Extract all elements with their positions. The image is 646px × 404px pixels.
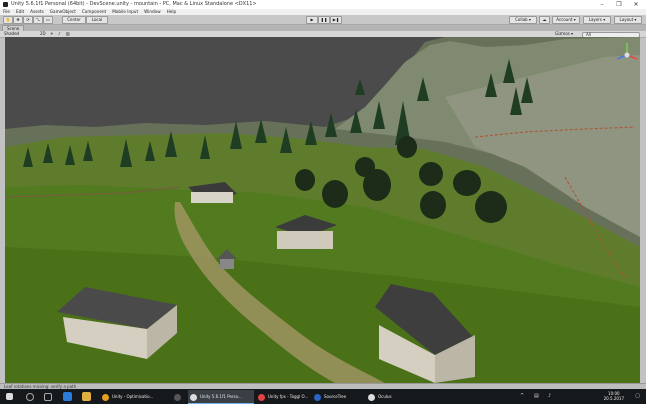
cloud-icon: ☁ (542, 17, 547, 22)
minimize-button[interactable]: – (594, 0, 610, 9)
rotate-icon: ⟳ (26, 17, 30, 22)
app-icon (174, 393, 181, 401)
taskbar-item-label: Unity fps - Toggl O... (268, 394, 309, 399)
window-title: Unity 5.6.1f1 Personal (64bit) - DevScen… (11, 1, 257, 7)
rect-tool-button[interactable]: ▭ (43, 16, 53, 24)
taskbar-clock[interactable]: 10:00 20.5.2017 (604, 391, 624, 401)
collab-dropdown[interactable]: Collab ▾ (509, 16, 537, 24)
cloud-button[interactable]: ☁ (539, 16, 550, 24)
scale-icon: ⤡ (36, 17, 40, 22)
hand-tool-button[interactable]: ✋ (3, 16, 13, 24)
taskbar-item-blank[interactable] (172, 390, 186, 403)
pivot-space-toggle[interactable]: Local (86, 16, 108, 24)
taskbar-item-label: Unity 5.6.1f1 Perso... (200, 394, 242, 399)
taskbar-item-label: SourceTree (324, 394, 347, 399)
edge-icon[interactable] (63, 392, 72, 401)
taskbar-item-sourcetree[interactable]: SourceTree (312, 390, 364, 403)
move-tool-button[interactable]: ✥ (13, 16, 23, 24)
pause-button[interactable]: ❚❚ (318, 16, 330, 24)
taskbar-item-optimisation[interactable]: Unity - Optimisatio... (100, 390, 180, 403)
scene-viewport[interactable] (5, 37, 640, 383)
windows-start-icon[interactable] (6, 393, 13, 400)
unity-icon (190, 393, 197, 401)
windows-taskbar: Unity - Optimisatio... Unity 5.6.1f1 Per… (0, 389, 646, 404)
file-explorer-icon[interactable] (82, 392, 91, 401)
taskbar-item-unity-fps[interactable]: Unity fps - Toggl O... (256, 390, 312, 403)
task-view-icon[interactable] (44, 393, 52, 401)
rotate-tool-button[interactable]: ⟳ (23, 16, 33, 24)
step-button[interactable]: ▶❚ (330, 16, 342, 24)
taskbar-item-label: Unity - Optimisatio... (112, 394, 154, 399)
chrome-icon (102, 393, 109, 401)
scale-tool-button[interactable]: ⤡ (33, 16, 43, 24)
layers-dropdown[interactable]: Layers ▾ (583, 16, 611, 24)
network-icon[interactable]: ▤ (534, 393, 539, 399)
browser-icon (258, 393, 265, 401)
notifications-icon[interactable]: ▢ (635, 393, 640, 399)
move-arrows-icon: ✥ (16, 17, 20, 22)
unity-logo-icon (3, 2, 8, 7)
close-button[interactable]: ✕ (628, 0, 644, 9)
hand-icon: ✋ (5, 17, 11, 22)
search-icon[interactable] (26, 393, 34, 401)
rect-icon: ▭ (46, 17, 50, 22)
layout-dropdown[interactable]: Layout ▾ (614, 16, 642, 24)
taskbar-item-unity[interactable]: Unity 5.6.1f1 Perso... (188, 390, 254, 404)
terrain-render (5, 37, 640, 383)
taskbar-item-label: Oculus (378, 394, 392, 399)
oculus-icon (368, 393, 375, 401)
play-button[interactable]: ▶ (306, 16, 318, 24)
main-toolbar: ✋ ✥ ⟳ ⤡ ▭ Center Local ▶ ❚❚ ▶❚ Collab ▾ … (0, 15, 646, 25)
pivot-center-toggle[interactable]: Center (62, 16, 86, 24)
clock-date: 20.5.2017 (603, 396, 624, 401)
volume-icon[interactable]: ♪ (548, 393, 551, 399)
maximize-button[interactable]: ❐ (611, 0, 627, 9)
sourcetree-icon (314, 393, 321, 401)
account-dropdown[interactable]: Account ▾ (552, 16, 580, 24)
taskbar-item-oculus[interactable]: Oculus (366, 390, 408, 403)
tray-chevron-icon[interactable]: ^ (520, 393, 524, 399)
